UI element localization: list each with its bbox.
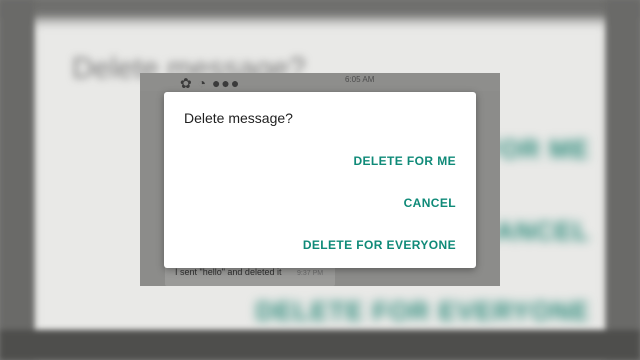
chat-message-time: 9:37 PM [297, 270, 324, 277]
chat-message-text: I sent "hello" and deleted it [175, 267, 282, 277]
chat-top-time: 6:05 AM [345, 75, 375, 84]
blur-bottom-band [0, 330, 640, 360]
cancel-button[interactable]: CANCEL [404, 192, 456, 214]
blur-right-column [606, 0, 640, 360]
delete-for-me-button[interactable]: DELETE FOR ME [353, 150, 456, 172]
blur-left-column [0, 0, 34, 360]
delete-message-dialog: Delete message? DELETE FOR ME CANCEL DEL… [164, 92, 476, 268]
emoji-blob-icon: ✿ ◔ ●●● [180, 75, 241, 91]
blur-ghost-delete-for-everyone: DELETE FOR EVERYONE [255, 296, 590, 326]
chat-top-bar: ✿ ◔ ●●● 6:05 AM [140, 73, 500, 91]
delete-for-everyone-button[interactable]: DELETE FOR EVERYONE [303, 234, 456, 256]
dialog-title: Delete message? [184, 110, 293, 126]
blur-top-band [0, 0, 640, 18]
